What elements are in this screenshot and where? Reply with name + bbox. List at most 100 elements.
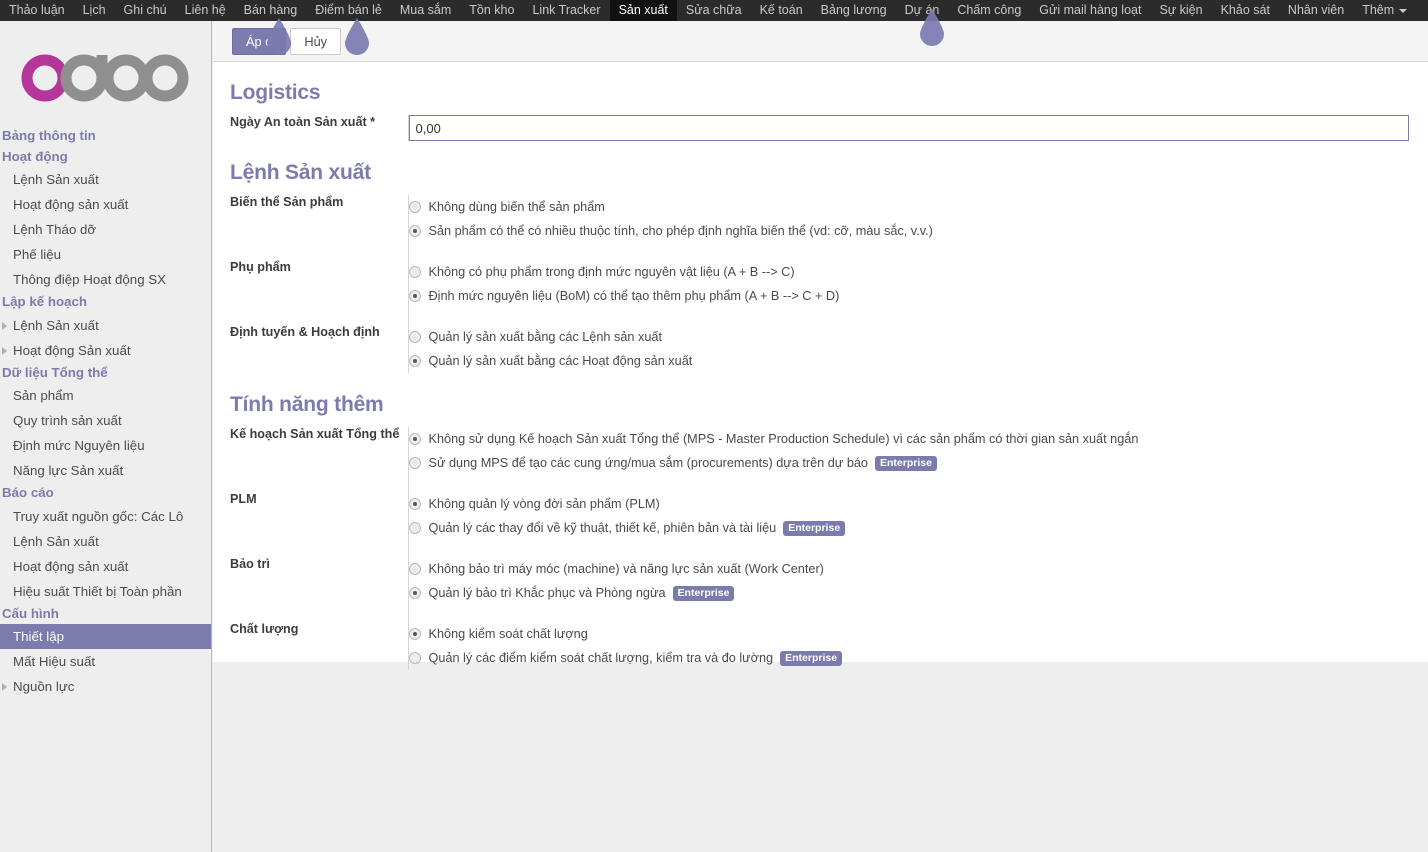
menu-item-label: Sản xuất — [618, 3, 668, 17]
menu-item-6[interactable]: Mua sắm — [391, 0, 460, 21]
radio-option-label: Quản lý sản xuất bằng các Lệnh sản xuất — [428, 330, 662, 344]
radio-button-icon[interactable] — [408, 498, 421, 510]
sidebar-item-4-3[interactable]: Hiệu suất Thiết bị Toàn phần — [0, 579, 211, 604]
radio-button-icon[interactable] — [408, 225, 421, 237]
manufacturing-security-lead-time-input[interactable] — [408, 115, 1409, 141]
sidebar-item-5-1[interactable]: Mất Hiệu suất — [0, 649, 211, 674]
radio-button-icon[interactable] — [408, 355, 421, 367]
sidebar-item-4-0[interactable]: Truy xuất nguồn gốc: Các Lô — [0, 504, 211, 529]
radio-option-label: Quản lý các thay đổi về kỹ thuật, thiết … — [428, 521, 777, 535]
settings-form: Logistics Ngày An toàn Sản xuất * Lệnh Sản… — [213, 62, 1428, 670]
sidebar-item-1-1[interactable]: Hoạt động sản xuất — [0, 192, 211, 217]
menu-item-10[interactable]: Sửa chữa — [677, 0, 751, 21]
field-label-0-0: Ngày An toàn Sản xuất * — [230, 115, 376, 129]
radio-option-1-2-0[interactable]: Quản lý sản xuất bằng các Lệnh sản xuất — [408, 325, 933, 349]
radio-button-icon[interactable] — [408, 433, 421, 445]
field-control-2-3: Không kiểm soát chất lượng Quản lý các đi… — [407, 622, 1139, 670]
sidebar-nav: Bảng thông tin Hoạt động Lệnh Sản xuất Hoạt… — [0, 126, 211, 699]
sidebar-item-3-2[interactable]: Định mức Nguyên liệu — [0, 433, 211, 458]
radio-option-2-1-1[interactable]: Quản lý các thay đổi về kỹ thuật, thiết … — [408, 516, 1139, 540]
menu-item-label: Kế toán — [759, 3, 803, 17]
radio-option-2-2-0[interactable]: Không bảo trì máy móc (machine) và năng … — [408, 557, 1139, 581]
menu-item-12[interactable]: Bảng lương — [812, 0, 896, 21]
radio-option-2-1-0[interactable]: Không quản lý vòng đời sản phẩm (PLM) — [408, 492, 1139, 516]
radio-button-icon[interactable] — [408, 652, 421, 664]
form-row: Bảo trì Không bảo trì máy móc (machine) v… — [230, 557, 1139, 605]
radio-button-icon[interactable] — [408, 563, 421, 575]
sidebar-item-2-1[interactable]: Hoạt động Sản xuất — [0, 338, 211, 363]
menu-item-7[interactable]: Tồn kho — [460, 0, 523, 21]
sidebar-item-1-4[interactable]: Thông điệp Hoạt động SX — [0, 267, 211, 292]
form-row-spacer — [230, 475, 1139, 492]
sidebar-item-4-2[interactable]: Hoạt động sản xuất — [0, 554, 211, 579]
app-logo[interactable] — [0, 21, 211, 126]
radio-option-2-3-0[interactable]: Không kiểm soát chất lượng — [408, 622, 1139, 646]
field-label-2-1: PLM — [230, 492, 257, 506]
radio-button-icon[interactable] — [408, 290, 421, 302]
sidebar-item-2-0[interactable]: Lệnh Sản xuất — [0, 313, 211, 338]
radio-option-1-0-0[interactable]: Không dùng biến thể sản phẩm — [408, 195, 933, 219]
radio-option-2-0-0[interactable]: Không sử dụng Kế hoạch Sản xuất Tổng thể… — [408, 427, 1138, 451]
menu-item-11[interactable]: Kế toán — [751, 0, 812, 21]
menu-item-4[interactable]: Bán hàng — [235, 0, 307, 21]
radio-button-icon[interactable] — [408, 587, 421, 599]
radio-option-2-3-1[interactable]: Quản lý các điểm kiểm soát chất lượng, k… — [408, 646, 1139, 670]
menu-item-label: Chấm công — [957, 3, 1022, 17]
sidebar-item-1-0[interactable]: Lệnh Sản xuất — [0, 167, 211, 192]
sidebar-item-label: Định mức Nguyên liệu — [13, 438, 145, 453]
menu-item-14[interactable]: Chấm công — [948, 0, 1030, 21]
form-row-spacer — [230, 308, 933, 325]
field-control-2-1: Không quản lý vòng đời sản phẩm (PLM) Quả… — [407, 492, 1139, 540]
radio-option-2-0-1[interactable]: Sử dụng MPS để tạo các cung ứng/mua sắm … — [408, 451, 1139, 475]
apply-button[interactable]: Áp d — [232, 27, 287, 55]
sidebar-item-5-0[interactable]: Thiết lập — [0, 624, 211, 649]
field-label-1-1: Phụ phẩm — [230, 260, 291, 274]
menu-item-18[interactable]: Nhân viên — [1279, 0, 1353, 21]
chevron-right-icon — [2, 346, 7, 355]
menu-item-16[interactable]: Sự kiện — [1150, 0, 1211, 21]
menu-item-3[interactable]: Liên hệ — [176, 0, 235, 21]
menu-item-label: Thêm — [1362, 3, 1395, 17]
sidebar-item-5-2[interactable]: Nguồn lực — [0, 674, 211, 699]
menu-item-label: Dự án — [904, 3, 940, 17]
form-group-title-1: Lệnh Sản xuất — [230, 161, 371, 184]
radio-option-1-0-1[interactable]: Sản phẩm có thể có nhiều thuộc tính, cho… — [408, 219, 933, 243]
menu-item-9[interactable]: Sản xuất — [609, 0, 677, 21]
radio-button-icon[interactable] — [408, 628, 421, 640]
field-control-2-0: Không sử dụng Kế hoạch Sản xuất Tổng thể… — [407, 427, 1139, 475]
radio-button-icon[interactable] — [408, 331, 421, 343]
menu-item-label: Lịch — [82, 3, 106, 17]
radio-button-icon[interactable] — [408, 522, 421, 534]
sidebar-item-3-3[interactable]: Năng lực Sản xuất — [0, 458, 211, 483]
sidebar-item-label: Truy xuất nguồn gốc: Các Lô — [13, 508, 184, 524]
menu-item-0[interactable]: Thảo luận — [0, 0, 74, 21]
sidebar-item-3-1[interactable]: Quy trình sản xuất — [0, 408, 211, 433]
menu-item-19[interactable]: Thêm — [1353, 0, 1421, 21]
top-menu-bar[interactable]: Thảo luận Lịch Ghi chú Liên hệ Bán hàng Điểm … — [0, 0, 1428, 21]
form-group-0: Ngày An toàn Sản xuất * — [230, 115, 1409, 141]
radio-option-label: Không kiểm soát chất lượng — [428, 627, 588, 641]
radio-button-icon[interactable] — [408, 457, 421, 469]
radio-option-label: Sử dụng MPS để tạo các cung ứng/mua sắm … — [428, 456, 869, 470]
radio-option-1-1-0[interactable]: Không có phụ phẩm trong định mức nguyên … — [408, 260, 933, 284]
menu-item-5[interactable]: Điểm bán lẻ — [306, 0, 391, 21]
sidebar-item-1-2[interactable]: Lệnh Tháo dỡ — [0, 217, 211, 242]
sidebar-item-4-1[interactable]: Lệnh Sản xuất — [0, 529, 211, 554]
menu-item-2[interactable]: Ghi chú — [115, 0, 176, 21]
menu-item-1[interactable]: Lịch — [74, 0, 115, 21]
radio-button-icon[interactable] — [408, 266, 421, 278]
cancel-button[interactable]: Hủy — [290, 27, 342, 55]
menu-item-13[interactable]: Dự án — [896, 0, 949, 21]
sidebar-item-3-0[interactable]: Sản phẩm — [0, 383, 211, 408]
radio-option-2-2-1[interactable]: Quản lý bảo trì Khắc phục và Phòng ngừa E… — [408, 581, 1139, 605]
menu-item-15[interactable]: Gửi mail hàng loạt — [1030, 0, 1150, 21]
radio-button-icon[interactable] — [408, 201, 421, 213]
sidebar-section-5: Cấu hình — [2, 605, 59, 621]
sidebar-item-1-3[interactable]: Phế liệu — [0, 242, 211, 267]
radio-option-1-1-1[interactable]: Định mức nguyên liệu (BoM) có thể tạo th… — [408, 284, 933, 308]
menu-item-8[interactable]: Link Tracker — [523, 0, 609, 21]
menu-item-17[interactable]: Khảo sát — [1212, 0, 1279, 21]
chevron-down-icon — [1399, 8, 1408, 13]
sidebar-item-label: Quy trình sản xuất — [13, 413, 122, 428]
radio-option-1-2-1[interactable]: Quản lý sản xuất bằng các Hoạt động sản … — [408, 349, 933, 373]
